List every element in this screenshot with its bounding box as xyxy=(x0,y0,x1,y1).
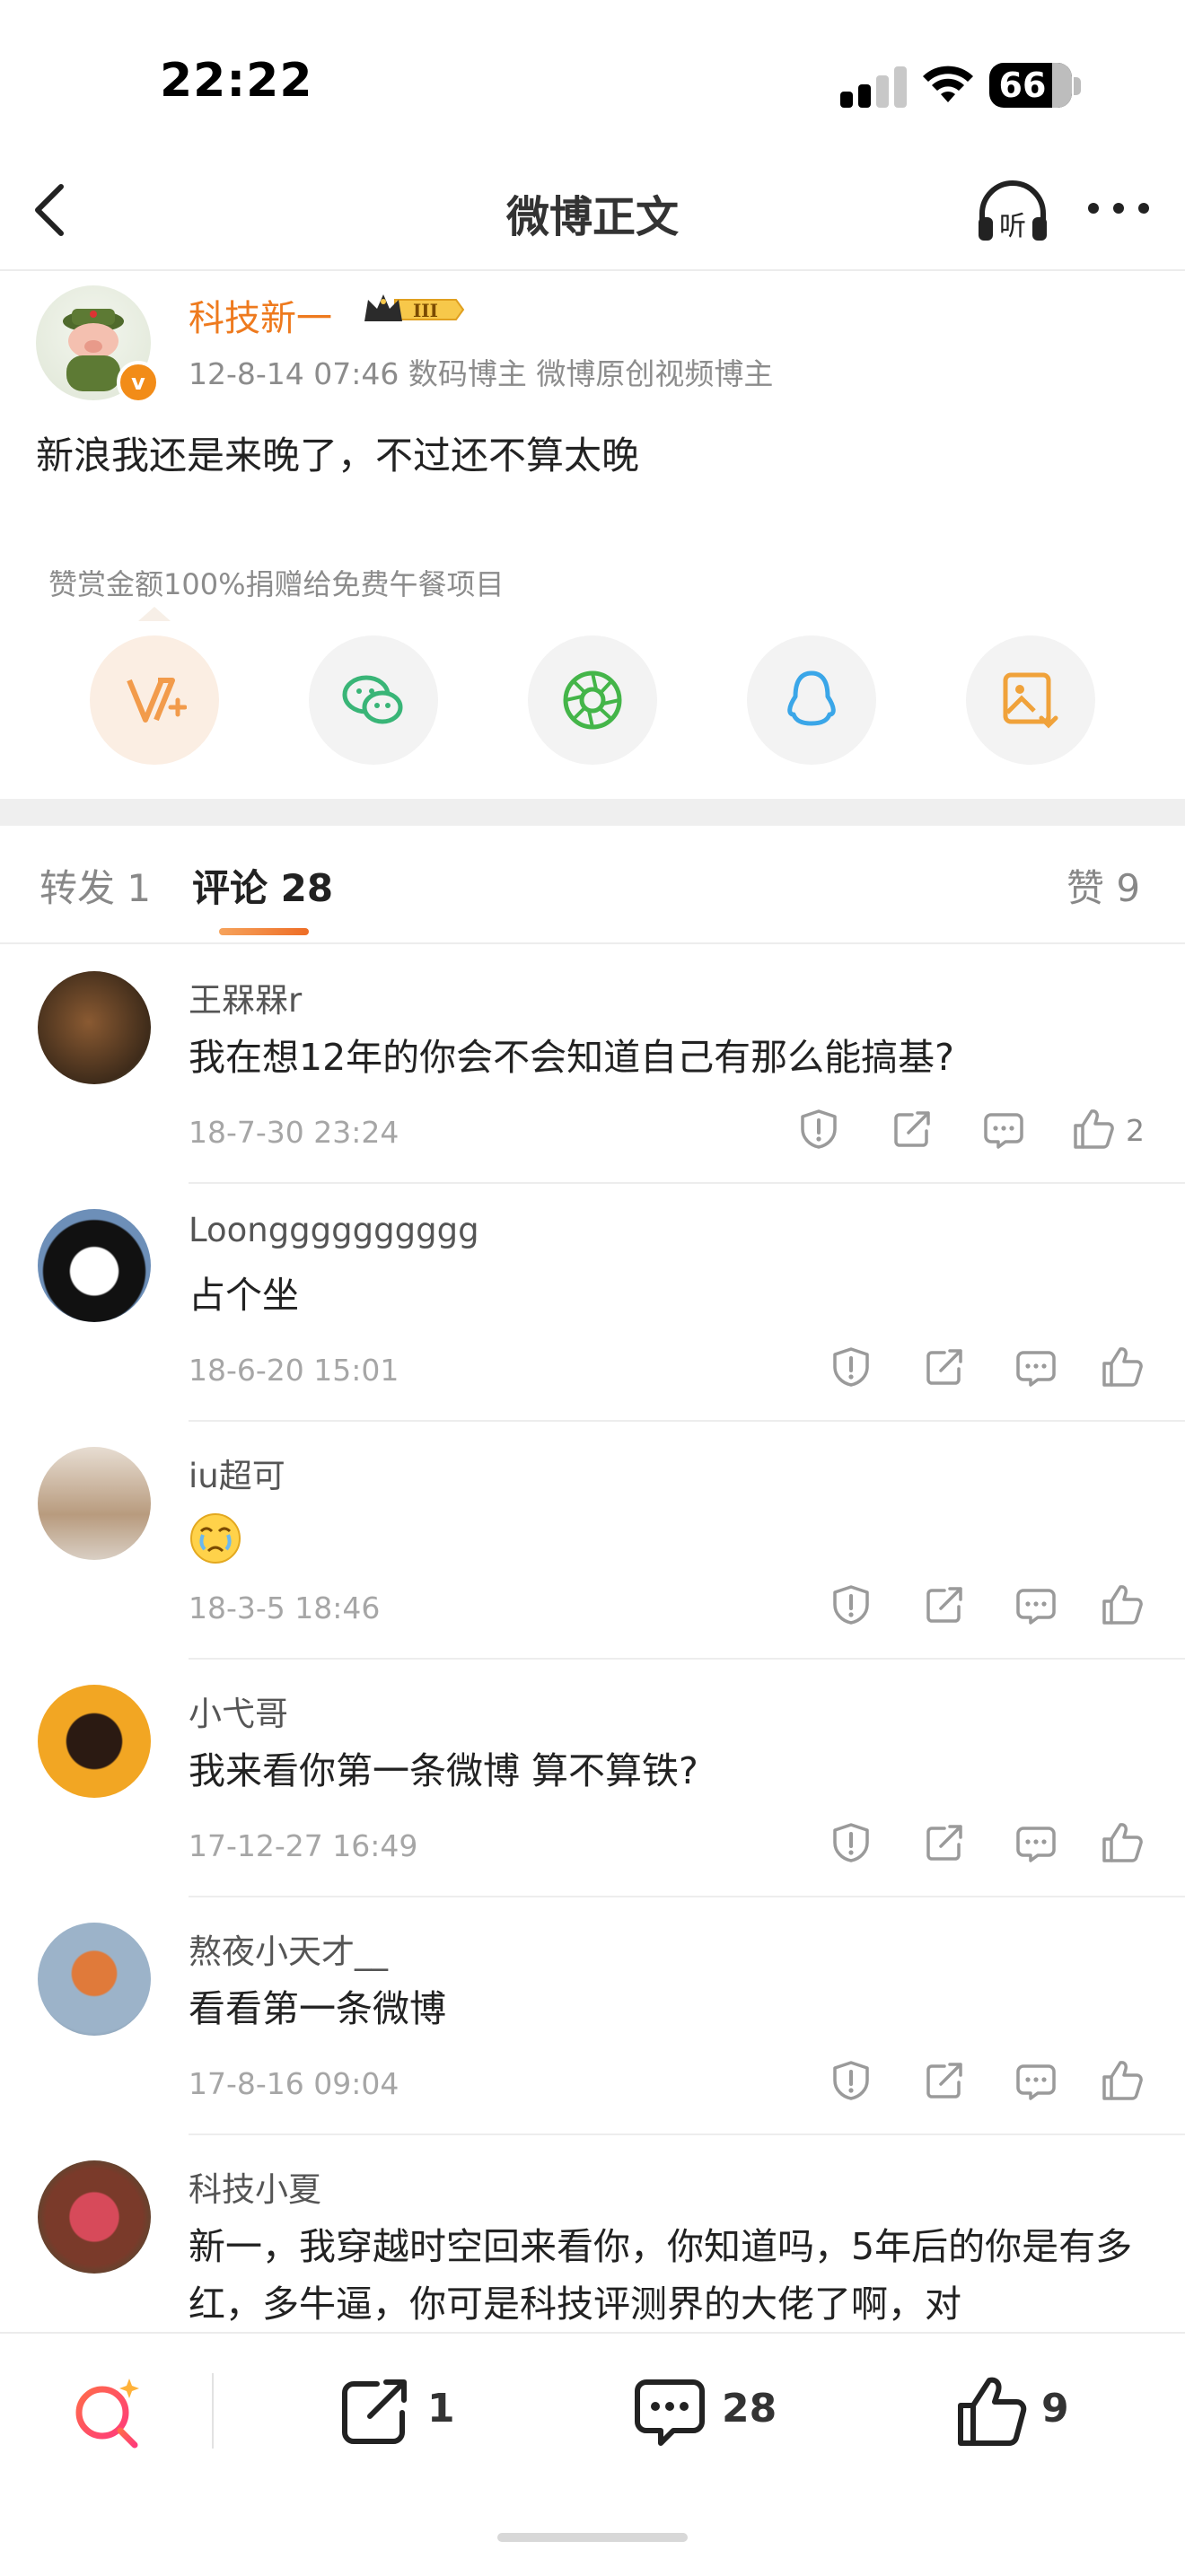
status-time: 22:22 xyxy=(160,54,313,108)
commenter-avatar[interactable] xyxy=(38,1923,151,2036)
commenter-name[interactable]: 小弋哥 xyxy=(189,1687,288,1735)
share-moments-button[interactable] xyxy=(528,635,657,765)
post-meta: 12-8-14 07:46 数码博主 微博原创视频博主 xyxy=(189,356,774,391)
share-comment-icon[interactable] xyxy=(923,1821,966,1864)
commenter-name[interactable]: Loongggggggggg xyxy=(189,1211,479,1249)
report-icon[interactable] xyxy=(830,1821,873,1864)
commenter-name[interactable]: 王槑槑r xyxy=(189,973,302,1021)
share-qq-button[interactable] xyxy=(747,635,876,765)
save-image-button[interactable] xyxy=(966,635,1095,765)
level-badge: III xyxy=(413,300,438,321)
more-options-icon[interactable] xyxy=(1083,190,1154,226)
reply-icon[interactable] xyxy=(1014,2059,1058,2102)
comment-text: 我来看你第一条微博 算不算铁? xyxy=(189,1749,698,1792)
listen-headphones-icon[interactable]: 听 xyxy=(975,180,1050,244)
commenter-avatar[interactable] xyxy=(38,2160,151,2274)
reward-pointer xyxy=(138,607,171,621)
commenter-name[interactable]: 科技小夏 xyxy=(189,2162,321,2211)
wechat-icon xyxy=(342,675,403,724)
reply-icon[interactable] xyxy=(1014,1821,1058,1864)
crying-emoji-icon xyxy=(190,1513,241,1564)
comment-text: 新一，我穿越时空回来看你，你知道吗，5年后的你是有多红，多牛逼，你可是科技评测界… xyxy=(189,2225,1133,2326)
comment-time: 18-3-5 18:46 xyxy=(189,1590,381,1625)
battery-icon: 66 xyxy=(989,63,1072,108)
like-comment-icon[interactable] xyxy=(1101,1583,1144,1626)
comment-item[interactable]: iu超可 18-3-5 18:46 xyxy=(0,1422,1185,1660)
comment-item[interactable]: Loongggggggggg 占个坐 18-6-20 15:01 xyxy=(0,1184,1185,1422)
reply-icon[interactable] xyxy=(1014,1345,1058,1389)
battery-level: 66 xyxy=(998,66,1047,105)
svg-text:听: 听 xyxy=(999,211,1026,242)
active-tab-indicator xyxy=(219,928,309,935)
report-icon[interactable] xyxy=(830,2059,873,2102)
tab-likes[interactable]: 赞 9 xyxy=(1066,858,1140,913)
like-comment-icon[interactable] xyxy=(1101,1821,1144,1864)
comment-text: 看看第一条微博 xyxy=(189,1987,446,2030)
commenter-avatar[interactable] xyxy=(38,971,151,1084)
tab-repost[interactable]: 转发 1 xyxy=(40,858,151,913)
like-thumb-icon[interactable] xyxy=(953,2373,1029,2449)
nav-divider xyxy=(0,269,1185,271)
repost-icon[interactable] xyxy=(338,2373,413,2449)
commenter-name[interactable]: 熬夜小天才__ xyxy=(189,1924,388,1973)
comment-like-count: 2 xyxy=(1126,1113,1145,1148)
verified-badge-icon: v xyxy=(117,361,160,404)
post-text: 新浪我还是来晚了，不过还不算太晚 xyxy=(36,434,640,478)
share-comment-icon[interactable] xyxy=(923,1583,966,1626)
like-count: 9 xyxy=(1041,2386,1069,2431)
section-gap xyxy=(0,799,1185,826)
commenter-name[interactable]: iu超可 xyxy=(189,1449,285,1497)
share-comment-icon[interactable] xyxy=(923,1345,966,1389)
share-comment-icon[interactable] xyxy=(891,1108,934,1151)
wifi-icon xyxy=(923,66,973,102)
comment-time: 17-12-27 16:49 xyxy=(189,1828,418,1863)
reply-icon[interactable] xyxy=(982,1108,1025,1151)
share-comment-icon[interactable] xyxy=(923,2059,966,2102)
battery-tip xyxy=(1074,77,1081,95)
save-picture-icon xyxy=(1003,672,1058,729)
comment-text: 我在想12年的你会不会知道自己有那么能搞基? xyxy=(189,1036,954,1079)
reward-note: 赞赏金额100%捐赠给免费午餐项目 xyxy=(48,567,505,601)
reward-v-plus-icon xyxy=(127,678,187,723)
comment-item[interactable]: 小弋哥我来看你第一条微博 算不算铁? 17-12-27 16:49 xyxy=(0,1660,1185,1897)
author-name[interactable]: 科技新一 xyxy=(189,289,332,341)
cellular-signal-icon xyxy=(840,66,912,108)
tab-comments[interactable]: 评论 28 xyxy=(192,858,333,913)
like-comment-icon[interactable] xyxy=(1072,1108,1115,1151)
comment-time: 17-8-16 09:04 xyxy=(189,2066,399,2101)
qq-penguin-icon xyxy=(787,670,836,726)
comment-time: 18-6-20 15:01 xyxy=(189,1353,399,1388)
vip-crown-icon[interactable]: III xyxy=(359,289,465,330)
like-comment-icon[interactable] xyxy=(1101,2059,1144,2102)
commenter-avatar[interactable] xyxy=(38,1447,151,1560)
report-icon[interactable] xyxy=(830,1345,873,1389)
comment-icon[interactable] xyxy=(632,2373,707,2449)
wechat-moments-icon xyxy=(563,670,622,730)
reward-button[interactable] xyxy=(90,635,219,765)
report-icon[interactable] xyxy=(830,1583,873,1626)
comment-time: 18-7-30 23:24 xyxy=(189,1115,399,1150)
bottom-divider xyxy=(212,2373,214,2449)
reply-icon[interactable] xyxy=(1014,1583,1058,1626)
search-spark-icon[interactable] xyxy=(70,2373,145,2449)
tab-divider xyxy=(0,942,1185,944)
repost-count: 1 xyxy=(427,2386,455,2431)
report-icon[interactable] xyxy=(797,1108,840,1151)
comment-count: 28 xyxy=(722,2386,777,2431)
comment-item[interactable]: 熬夜小天才__ 看看第一条微博 17-8-16 09:04 xyxy=(0,1897,1185,2135)
home-indicator xyxy=(497,2533,688,2542)
comment-item[interactable]: 王槑槑r 我在想12年的你会不会知道自己有那么能搞基? 18-7-30 23:24 2 xyxy=(0,946,1185,1184)
share-wechat-button[interactable] xyxy=(309,635,438,765)
comment-text: 占个坐 xyxy=(189,1274,299,1317)
commenter-avatar[interactable] xyxy=(38,1209,151,1322)
like-comment-icon[interactable] xyxy=(1101,1345,1144,1389)
commenter-avatar[interactable] xyxy=(38,1685,151,1798)
